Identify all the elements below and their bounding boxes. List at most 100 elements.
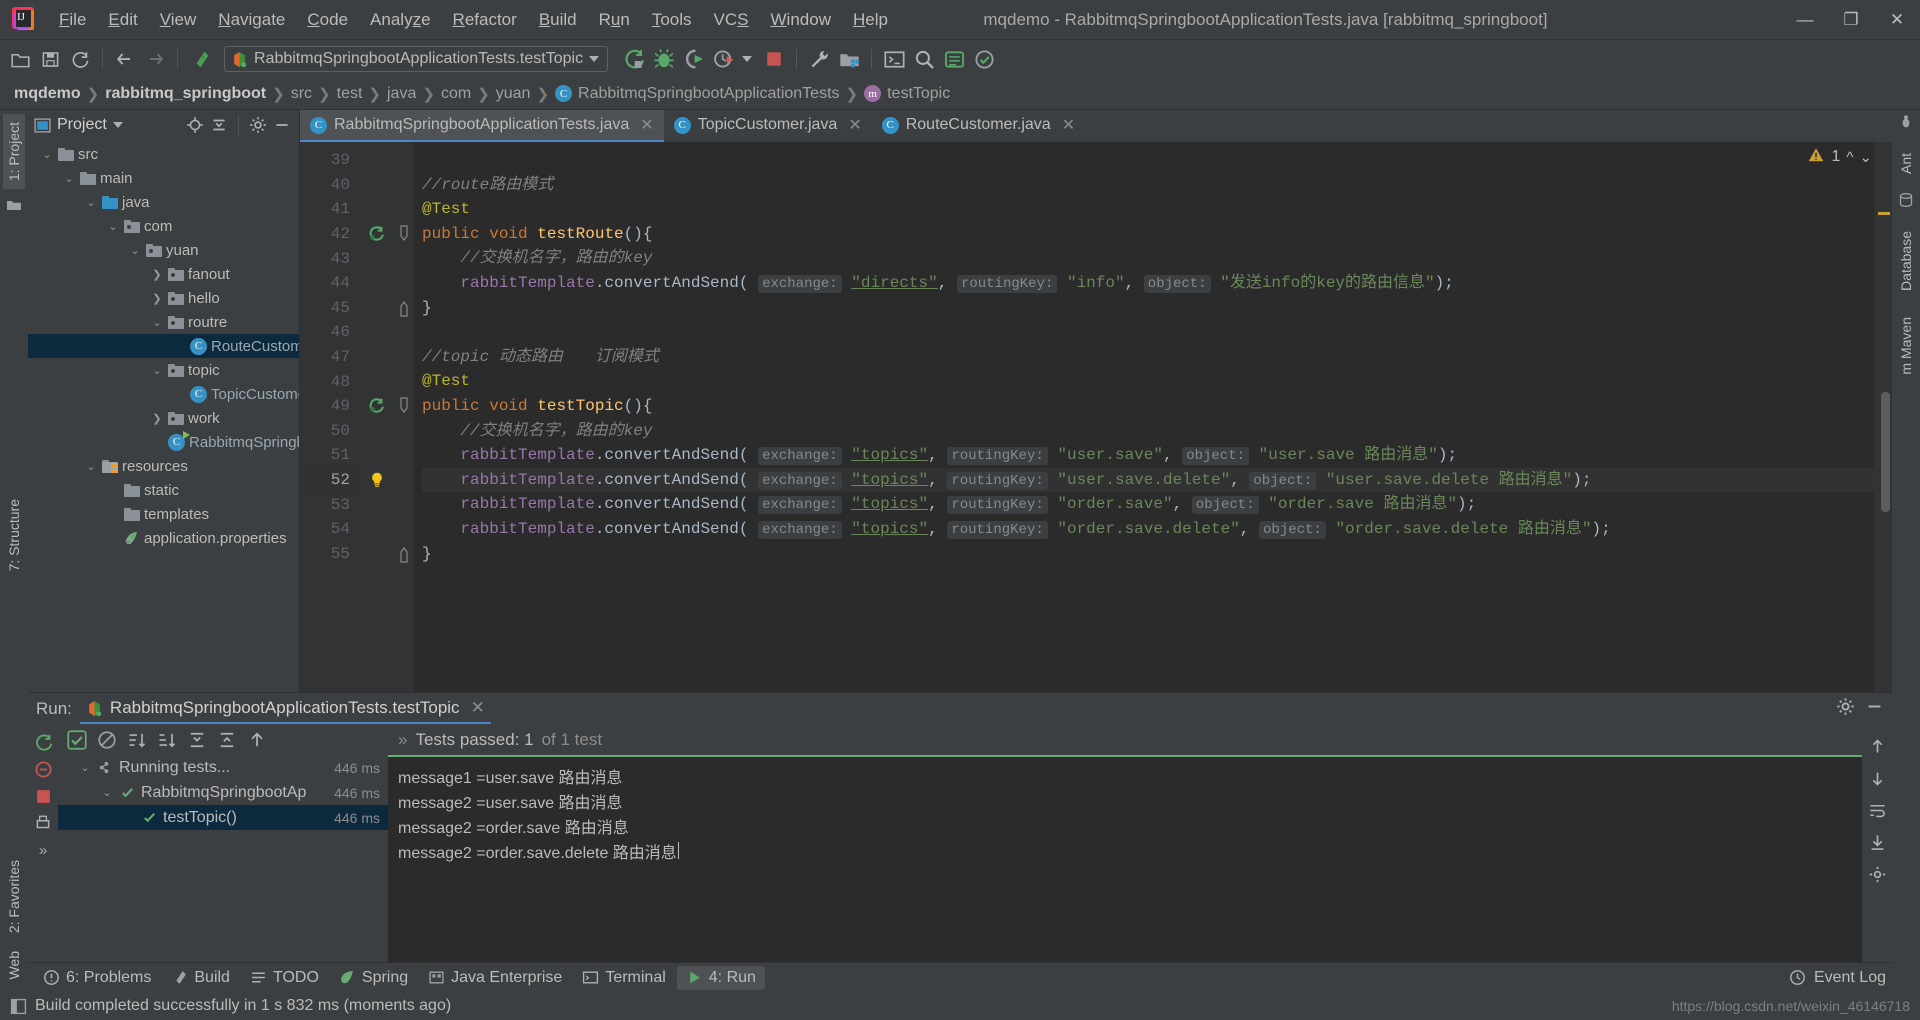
- more-options-icon[interactable]: »: [32, 839, 54, 861]
- tree-node-resources[interactable]: ⌄ resources: [28, 454, 299, 478]
- build-hammer-icon[interactable]: [186, 45, 214, 73]
- sidebar-item-project[interactable]: 1: Project: [3, 114, 25, 190]
- test-node-rabbitmqspringbootap[interactable]: ⌄ RabbitmqSpringbootAp 446 ms: [58, 780, 388, 805]
- tree-node-application-properties[interactable]: application.properties: [28, 526, 299, 550]
- menu-code[interactable]: Code: [296, 6, 359, 34]
- collapse-all-icon-tests[interactable]: [216, 729, 238, 751]
- scroll-down-icon[interactable]: [1866, 767, 1888, 789]
- print-icon[interactable]: [32, 812, 54, 834]
- test-chevron-icon[interactable]: ⌄: [78, 761, 92, 774]
- tab-route-customer[interactable]: C RouteCustomer.java ✕: [872, 110, 1085, 142]
- menu-view[interactable]: View: [149, 6, 208, 34]
- tree-node-java[interactable]: ⌄ java: [28, 190, 299, 214]
- tab-spring[interactable]: Spring: [330, 966, 417, 990]
- sort-duration-icon[interactable]: [156, 729, 178, 751]
- breadcrumb-item-class[interactable]: C RabbitmqSpringbootApplicationTests: [549, 85, 845, 103]
- breadcrumb-item-src[interactable]: src: [285, 85, 318, 103]
- menu-analyze[interactable]: Analyze: [359, 6, 442, 34]
- chevron-down-icon[interactable]: [589, 56, 600, 62]
- scroll-up-icon[interactable]: [1866, 735, 1888, 757]
- menu-tools[interactable]: Tools: [641, 6, 703, 34]
- fold-start-icon[interactable]: [394, 222, 414, 247]
- sidebar-item-database[interactable]: Database: [1895, 223, 1917, 299]
- source-code[interactable]: //route路由模式 @Test public void testRoute(…: [414, 142, 1874, 692]
- tab-build[interactable]: Build: [162, 966, 239, 990]
- rerun-failed-icon[interactable]: [32, 758, 54, 780]
- tab-close-icon[interactable]: ✕: [640, 115, 653, 135]
- breadcrumb-item-rabbitmq-springboot[interactable]: rabbitmq_springboot: [99, 85, 272, 103]
- console-settings-icon[interactable]: [1866, 863, 1888, 885]
- chevron-down-icon[interactable]: ⌄: [84, 460, 98, 473]
- breadcrumb-item-java[interactable]: java: [381, 85, 422, 103]
- debug-icon[interactable]: [650, 45, 678, 73]
- expand-all-icon[interactable]: [186, 729, 208, 751]
- sidebar-item-ant[interactable]: Ant: [1895, 145, 1917, 182]
- breadcrumb-item-test[interactable]: test: [331, 85, 369, 103]
- console-text-area[interactable]: message1 =user.save 路由消息 message2 =user.…: [388, 755, 1862, 962]
- rerun-icon[interactable]: [32, 731, 54, 753]
- locate-icon[interactable]: [184, 114, 206, 136]
- chevron-down-icon[interactable]: ⌄: [128, 244, 142, 257]
- project-tree[interactable]: ⌄ src ⌄ main ⌄ java ⌄ com ⌄ yuan ❯ fanout ❯ hello ⌄ rou…: [28, 140, 299, 692]
- tree-node-work[interactable]: ❯ work: [28, 406, 299, 430]
- collapse-all-icon[interactable]: [208, 114, 230, 136]
- tree-node-src[interactable]: ⌄ src: [28, 142, 299, 166]
- sidebar-item-web[interactable]: Web: [3, 943, 25, 988]
- menu-vcs[interactable]: VCS: [703, 6, 760, 34]
- tree-node-main[interactable]: ⌄ main: [28, 166, 299, 190]
- sort-alpha-icon[interactable]: [126, 729, 148, 751]
- menu-refactor[interactable]: Refactor: [442, 6, 528, 34]
- sidebar-item-maven[interactable]: m Maven: [1895, 309, 1917, 383]
- run-tab[interactable]: RabbitmqSpringbootApplicationTests.testT…: [79, 694, 491, 724]
- menu-edit[interactable]: Edit: [97, 6, 148, 34]
- stop-process-icon[interactable]: [32, 785, 54, 807]
- tab-run[interactable]: 4: Run: [676, 965, 765, 990]
- tree-node-com[interactable]: ⌄ com: [28, 214, 299, 238]
- open-folder-icon[interactable]: [6, 45, 34, 73]
- breadcrumb-item-method[interactable]: m testTopic: [858, 85, 956, 103]
- fold-column[interactable]: [394, 142, 414, 692]
- back-arrow-icon[interactable]: [111, 45, 139, 73]
- event-log-label[interactable]: Event Log: [1814, 969, 1886, 987]
- tests-tree-nodes[interactable]: ⌄ Running tests... 446 ms ⌄ RabbitmqSpringbo…: [58, 755, 388, 830]
- chevron-down-icon[interactable]: ⌄: [84, 196, 98, 209]
- profile-icon[interactable]: [710, 45, 738, 73]
- breadcrumb-item-yuan[interactable]: yuan: [490, 85, 537, 103]
- fold-start-icon[interactable]: [394, 394, 414, 419]
- tree-node-routecustomer[interactable]: CRouteCustomer: [28, 334, 299, 358]
- code-view[interactable]: 39 40 41 42 43 44 45 46 47 48 49 50 51 52 53 54 55 //rou…: [300, 142, 1892, 692]
- tab-terminal[interactable]: Terminal: [573, 966, 674, 990]
- hide-icon[interactable]: [271, 114, 293, 136]
- intention-bulb-icon[interactable]: [360, 468, 394, 493]
- project-structure-icon[interactable]: [835, 45, 863, 73]
- error-stripe[interactable]: [1874, 142, 1892, 692]
- tree-node-routre[interactable]: ⌄ routre: [28, 310, 299, 334]
- minimize-button[interactable]: —: [1782, 0, 1828, 40]
- fold-end-icon[interactable]: [394, 542, 414, 567]
- forward-arrow-icon[interactable]: [141, 45, 169, 73]
- menu-run[interactable]: Run: [588, 6, 641, 34]
- save-icon[interactable]: [36, 45, 64, 73]
- gear-icon[interactable]: [247, 114, 269, 136]
- test-node-running-tests-[interactable]: ⌄ Running tests... 446 ms: [58, 755, 388, 780]
- gutter-run-test-icon[interactable]: [360, 222, 394, 247]
- test-chevron-icon[interactable]: ⌄: [100, 786, 114, 799]
- tree-node-yuan[interactable]: ⌄ yuan: [28, 238, 299, 262]
- profile-dropdown-icon[interactable]: [742, 56, 753, 62]
- menu-help[interactable]: Help: [842, 6, 899, 34]
- soft-wrap-icon[interactable]: [1866, 799, 1888, 821]
- stop-icon[interactable]: [760, 45, 788, 73]
- chevron-right-icon[interactable]: ❯: [150, 268, 164, 281]
- menu-build[interactable]: Build: [528, 6, 588, 34]
- close-button[interactable]: ✕: [1874, 0, 1920, 40]
- chevron-down-icon[interactable]: ⌄: [62, 172, 76, 185]
- chevron-down-icon[interactable]: ⌄: [150, 364, 164, 377]
- tree-node-hello[interactable]: ❯ hello: [28, 286, 299, 310]
- breadcrumb-item-com[interactable]: com: [435, 85, 477, 103]
- menu-file[interactable]: File: [48, 6, 97, 34]
- chevron-down-icon[interactable]: ⌄: [106, 220, 120, 233]
- project-dropdown-icon[interactable]: [112, 122, 123, 128]
- tab-close-icon[interactable]: ✕: [848, 115, 861, 135]
- scroll-to-end-icon[interactable]: [1866, 831, 1888, 853]
- run-with-coverage-icon[interactable]: [680, 45, 708, 73]
